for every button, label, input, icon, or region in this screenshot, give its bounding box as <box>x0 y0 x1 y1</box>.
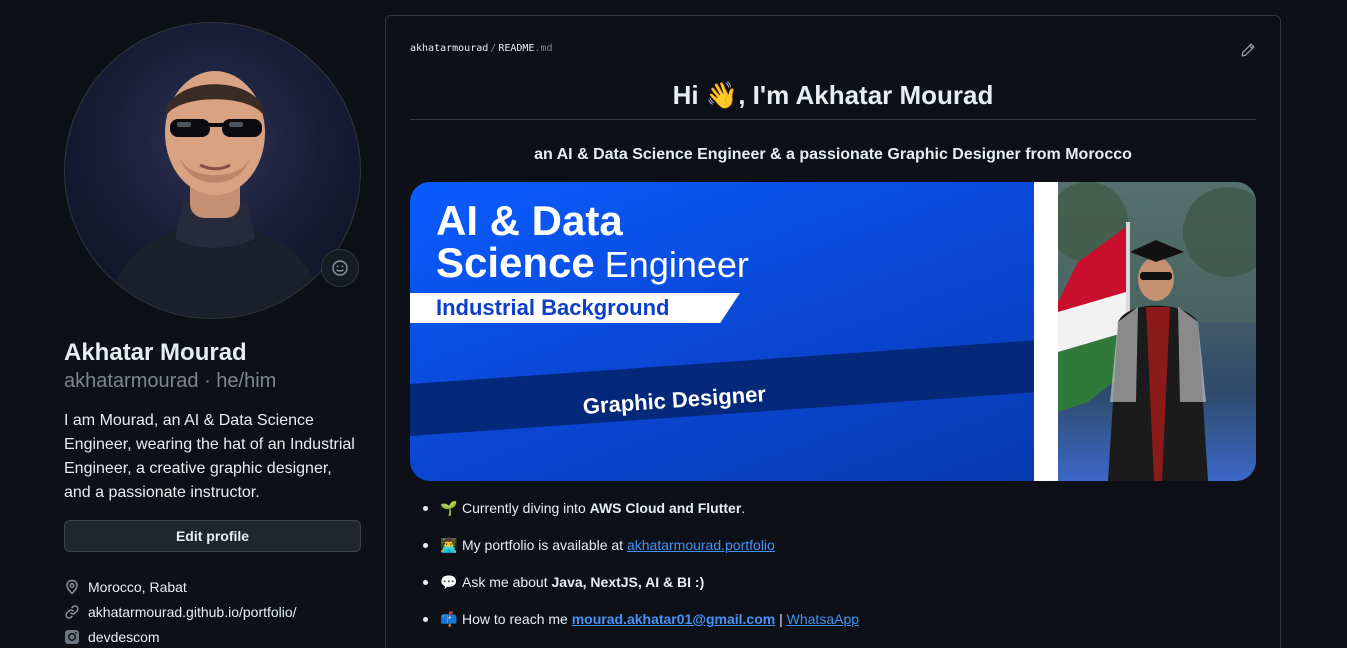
banner-title-line2: Science Engineer <box>436 242 749 286</box>
smiley-icon <box>332 260 348 276</box>
profile-details: Morocco, Rabat akhatarmourad.github.io/p… <box>64 574 361 648</box>
breadcrumb-ext: .md <box>534 43 553 54</box>
list-item: 🌱 Currently diving into AWS Cloud and Flu… <box>414 500 1234 537</box>
item-text: Ask me about <box>462 574 552 590</box>
website-row: akhatarmourad.github.io/portfolio/ <box>64 599 361 624</box>
edit-profile-button[interactable]: Edit profile <box>64 520 361 552</box>
edit-readme-button[interactable] <box>1240 42 1256 58</box>
email-link[interactable]: mourad.akhatar01@gmail.com <box>572 611 776 627</box>
speech-bubble-icon: 💬 <box>440 574 458 590</box>
avatar-container <box>64 22 361 319</box>
readme-card: akhatarmourad / README.md Hi 👋, I'm Akhata… <box>385 15 1281 648</box>
mailbox-icon: 📫 <box>440 611 458 627</box>
link-icon <box>64 604 80 620</box>
avatar-illustration <box>105 71 327 318</box>
seedling-icon: 🌱 <box>440 500 458 516</box>
item-text: How to reach me <box>462 611 572 627</box>
item-bold: Java, NextJS, AI & BI :) <box>551 574 705 590</box>
readme-bullet-list: 🌱 Currently diving into AWS Cloud and Flu… <box>414 500 1234 648</box>
list-item: 📫 How to reach me mourad.akhatar01@gmail.… <box>414 611 1234 648</box>
technologist-icon: 👨‍💻 <box>440 537 458 553</box>
banner-ribbon-text: Industrial Background <box>436 295 670 320</box>
social-link[interactable]: devdescom <box>88 629 160 645</box>
readme-banner-image: AI & Data Science Engineer Industrial Ba… <box>410 182 1256 481</box>
banner-title-light: Engineer <box>594 244 749 285</box>
banner-title-bold: Science <box>436 239 595 286</box>
social-row: devdescom <box>64 624 361 648</box>
breadcrumb-separator: / <box>490 43 497 54</box>
profile-bio: I am Mourad, an AI & Data Science Engine… <box>64 412 355 501</box>
portfolio-link[interactable]: akhatarmourad.portfolio <box>627 537 775 553</box>
banner-title-line1: AI & Data <box>436 197 623 244</box>
avatar[interactable] <box>64 22 361 319</box>
instagram-icon <box>64 629 80 645</box>
item-separator: | <box>775 611 787 627</box>
readme-tagline: an AI & Data Science Engineer & a passio… <box>534 146 1132 163</box>
list-item: 💬 Ask me about Java, NextJS, AI & BI :) <box>414 574 1234 611</box>
set-status-button[interactable] <box>321 249 359 287</box>
item-text: My portfolio is available at <box>462 537 627 553</box>
profile-fullname: Akhatar Mourad <box>64 339 247 366</box>
location-icon <box>64 579 80 595</box>
item-bold: AWS Cloud and Flutter <box>589 500 742 516</box>
item-text-end: . <box>741 500 746 516</box>
pencil-icon <box>1241 43 1255 57</box>
graduation-photo <box>1048 182 1256 481</box>
readme-heading: Hi 👋, I'm Akhatar Mourad <box>672 80 994 110</box>
profile-sidebar: Akhatar Mourad akhatarmourad · he/him I … <box>64 22 361 648</box>
profile-username: akhatarmourad · he/him <box>64 370 277 392</box>
location-row: Morocco, Rabat <box>64 574 361 599</box>
whatsapp-link[interactable]: WhatsaApp <box>787 611 859 627</box>
list-item: 👨‍💻 My portfolio is available at akhatarm… <box>414 537 1234 574</box>
breadcrumb-user[interactable]: akhatarmourad <box>410 43 488 54</box>
location-text: Morocco, Rabat <box>88 578 187 595</box>
heading-divider <box>410 119 1256 120</box>
graduation-photo-illustration <box>1048 182 1256 481</box>
breadcrumb: akhatarmourad / README.md <box>410 43 553 54</box>
item-text: Currently diving into <box>462 500 590 516</box>
breadcrumb-file[interactable]: README <box>498 43 534 54</box>
website-link[interactable]: akhatarmourad.github.io/portfolio/ <box>88 604 297 620</box>
banner-divider <box>1034 182 1058 481</box>
